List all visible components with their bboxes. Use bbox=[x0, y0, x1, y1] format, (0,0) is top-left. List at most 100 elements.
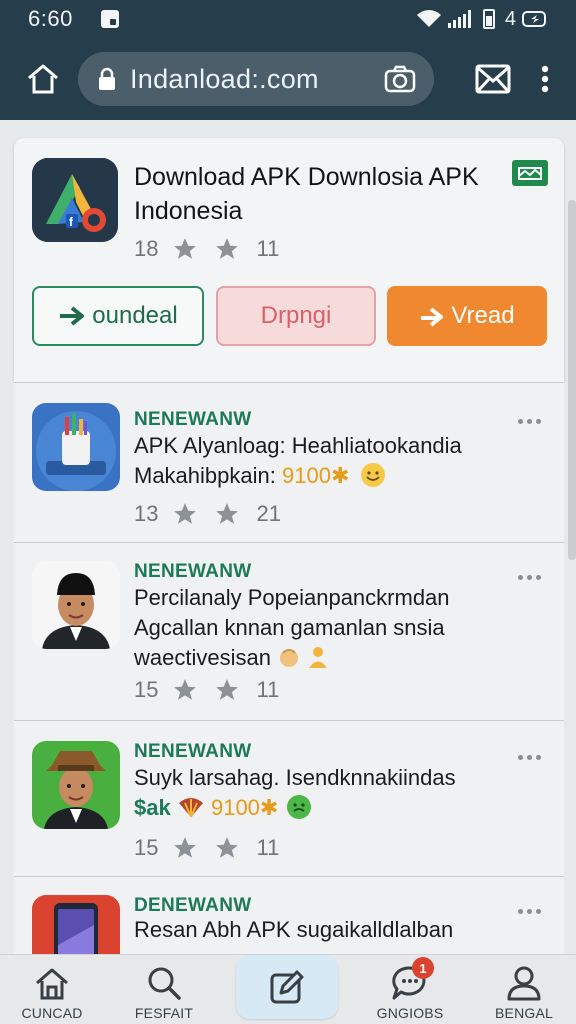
mail-icon bbox=[475, 64, 511, 94]
status-indicators: 4 bbox=[416, 8, 548, 31]
item-desc-line: Resan Abh APK sugaikalldlalban bbox=[134, 917, 454, 942]
smile-emoji-icon bbox=[360, 463, 385, 487]
wifi-icon bbox=[416, 10, 441, 27]
star-icon bbox=[216, 503, 239, 524]
lock-icon bbox=[99, 67, 115, 90]
download-button[interactable]: oundeal bbox=[32, 286, 204, 346]
item-tag: DENEWANW bbox=[134, 895, 252, 916]
download-button-label: oundeal bbox=[92, 302, 178, 329]
item-description: Suyk larsahag. Isendknnakiindas $ak 9100… bbox=[134, 763, 534, 823]
list-item[interactable]: NENEWANW Percilanaly Popeianpanckrmdan A… bbox=[14, 542, 564, 720]
dropdown-button-label: Drpngi bbox=[260, 302, 332, 329]
item-desc-line: Makahibpkain: 9100✱ bbox=[134, 461, 534, 491]
item-thumbnail[interactable] bbox=[32, 403, 120, 491]
nav-label: CUNCAD bbox=[21, 1005, 83, 1021]
item-download-count: 15 bbox=[134, 677, 159, 702]
item-tag: NENEWANW bbox=[134, 409, 252, 430]
item-description: Percilanaly Popeianpanckrmdan Agcallan k… bbox=[134, 583, 534, 673]
mail-button[interactable] bbox=[466, 52, 520, 106]
nav-label: GNGIOBS bbox=[376, 1005, 444, 1021]
list-item[interactable]: NENEWANW Suyk larsahag. Isendknnakiindas… bbox=[14, 720, 564, 876]
sparkle-icon: ✱ bbox=[259, 795, 279, 820]
status-time: 6:60 bbox=[28, 6, 73, 31]
more-options-button[interactable] bbox=[518, 413, 548, 429]
item-meta-row: 13 21 bbox=[134, 501, 281, 527]
item-download-count: 15 bbox=[134, 835, 159, 860]
app-icon[interactable]: f bbox=[32, 158, 118, 242]
home-icon bbox=[28, 64, 58, 94]
item-desc-text: Makahibpkain: bbox=[134, 463, 282, 488]
item-tag: NENEWANW bbox=[134, 741, 252, 762]
star-icon bbox=[216, 238, 239, 259]
list-item[interactable]: NENEWANW APK Alyanloag: Heahliatookandia… bbox=[14, 382, 564, 542]
star-icon bbox=[216, 837, 239, 858]
green-emoji-icon bbox=[287, 795, 312, 819]
status-bar: 6:60 4 bbox=[0, 0, 576, 38]
list-item[interactable]: DENEWANW Resan Abh APK sugaikalldlalban bbox=[14, 876, 564, 954]
camera-icon[interactable] bbox=[384, 65, 418, 93]
item-highlight: 9100 bbox=[210, 795, 260, 820]
star-icon bbox=[216, 679, 239, 700]
item-desc-text: waectivesisan bbox=[134, 645, 271, 670]
home-icon bbox=[36, 968, 68, 1000]
hand-emoji-icon bbox=[280, 649, 299, 667]
read-button-label: Vread bbox=[451, 302, 515, 329]
nav-label: FESFAIT bbox=[134, 1005, 194, 1021]
arrow-right-icon bbox=[60, 306, 85, 326]
item-thumbnail[interactable] bbox=[32, 895, 120, 954]
user-icon bbox=[507, 966, 541, 1001]
app-list: NENEWANW APK Alyanloag: Heahliatookandia… bbox=[14, 382, 564, 954]
edit-icon bbox=[270, 970, 304, 1004]
home-button[interactable] bbox=[16, 52, 70, 106]
item-desc-line: waectivesisan bbox=[134, 643, 534, 673]
nav-home[interactable]: CUNCAD bbox=[0, 955, 104, 1024]
scrollbar[interactable] bbox=[568, 200, 576, 560]
nav-search[interactable]: FESFAIT bbox=[112, 955, 216, 1024]
bottom-navigation: CUNCAD FESFAIT GNGIOBS 1 BENGAL bbox=[0, 954, 576, 1024]
fan-emoji-icon bbox=[178, 798, 203, 818]
nav-profile[interactable]: BENGAL bbox=[472, 955, 576, 1024]
item-description: APK Alyanloag: Heahliatookandia Makahibp… bbox=[134, 431, 534, 491]
item-meta-row: 15 11 bbox=[134, 835, 279, 861]
battery-icon bbox=[482, 9, 495, 29]
star-icon bbox=[174, 238, 197, 259]
notification-badge: 1 bbox=[412, 957, 434, 979]
toolbar-actions bbox=[466, 52, 560, 106]
arrow-right-icon bbox=[421, 307, 444, 327]
item-tag: NENEWANW bbox=[134, 561, 252, 582]
item-rating-count: 11 bbox=[256, 677, 280, 702]
nav-label: BENGAL bbox=[495, 1005, 553, 1021]
item-thumbnail[interactable] bbox=[32, 561, 120, 649]
notification-icon bbox=[100, 10, 119, 28]
item-desc-line: APK Alyanloag: Heahliatookandia bbox=[134, 433, 462, 458]
url-bar[interactable]: Indanload:.com bbox=[78, 52, 434, 106]
search-icon bbox=[148, 967, 181, 1000]
nav-compose-button[interactable] bbox=[236, 955, 338, 1019]
item-description: Resan Abh APK sugaikalldlalban bbox=[134, 915, 534, 945]
browser-toolbar: Indanload:.com bbox=[0, 38, 576, 120]
item-meta-row: 15 11 bbox=[134, 677, 279, 703]
flag-icon[interactable] bbox=[512, 160, 548, 186]
app-meta-row: 18 11 bbox=[134, 236, 279, 262]
star-icon bbox=[174, 837, 197, 858]
battery-saver-icon bbox=[522, 11, 546, 27]
sparkle-icon: ✱ bbox=[330, 463, 350, 488]
item-highlight: 9100 bbox=[281, 463, 331, 488]
item-desc-text: $ak bbox=[134, 795, 171, 820]
item-desc-line: Percilanaly Popeianpanckrmdan bbox=[134, 585, 450, 610]
person-emoji-icon bbox=[309, 647, 328, 668]
menu-button[interactable] bbox=[530, 52, 560, 106]
star-icon bbox=[174, 679, 197, 700]
download-count: 18 bbox=[134, 236, 159, 261]
dropdown-button[interactable]: Drpngi bbox=[216, 286, 376, 346]
star-icon bbox=[174, 503, 197, 524]
item-download-count: 13 bbox=[134, 501, 159, 526]
battery-level: 4 bbox=[504, 7, 516, 30]
read-button[interactable]: Vread bbox=[387, 286, 547, 346]
item-thumbnail[interactable] bbox=[32, 741, 120, 829]
nav-messages[interactable]: GNGIOBS 1 bbox=[358, 955, 462, 1024]
app-hero-card: f Download APK Downlosia APK Indonesia 1… bbox=[14, 138, 564, 382]
url-text: Indanload:.com bbox=[130, 63, 319, 94]
signal-icon bbox=[447, 10, 471, 28]
rating-count: 11 bbox=[256, 236, 280, 261]
